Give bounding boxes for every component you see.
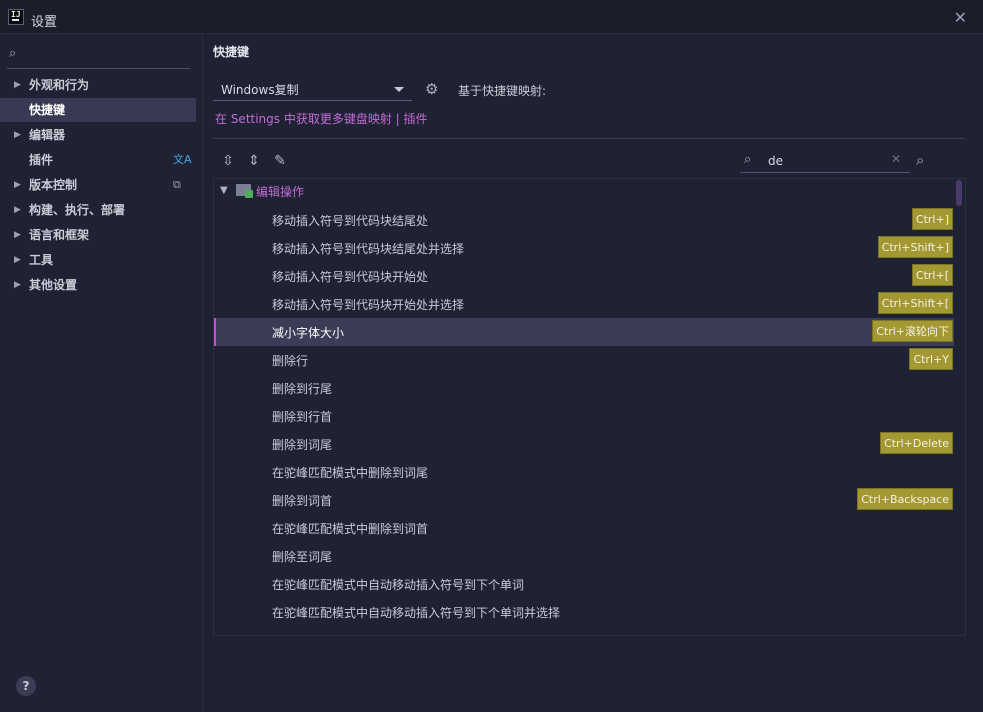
keymap-panel: 快捷键 Windows复制 ⚙ 基于快捷键映射: 在 Settings 中获取更… bbox=[204, 35, 983, 712]
divider bbox=[213, 138, 965, 139]
gear-icon[interactable]: ⚙ bbox=[425, 80, 438, 98]
table-row[interactable]: 移动插入符号到代码块开始处并选择 Ctrl+Shift+[ bbox=[214, 290, 954, 318]
sidebar-item[interactable]: ▶ 工具 bbox=[0, 248, 196, 272]
sidebar-item-label: 工具 bbox=[29, 253, 54, 267]
page-title: 快捷键 bbox=[213, 45, 250, 59]
shortcut-badge: Ctrl+] bbox=[911, 208, 953, 230]
table-row[interactable]: 移动插入符号到代码块结尾处并选择 Ctrl+Shift+] bbox=[214, 234, 954, 262]
action-name: 在驼峰匹配模式中删除到词首 bbox=[272, 522, 429, 536]
action-name: 移动插入符号到代码块开始处并选择 bbox=[272, 298, 465, 312]
sidebar-item-label: 语言和框架 bbox=[29, 228, 90, 242]
chevron-right-icon[interactable]: ▶ bbox=[14, 273, 21, 297]
keymap-based-on-label: 基于快捷键映射: bbox=[458, 84, 547, 98]
sidebar-item-label: 构建、执行、部署 bbox=[29, 203, 126, 217]
chevron-right-icon[interactable]: ▶ bbox=[14, 173, 21, 197]
vertical-scrollbar[interactable] bbox=[956, 180, 962, 206]
action-name: 在驼峰匹配模式中删除到词尾 bbox=[272, 466, 429, 480]
collapse-all-icon[interactable]: ⇕ bbox=[245, 152, 263, 170]
table-row[interactable]: 在驼峰匹配模式中自动移动插入符号到下个单词并选择 bbox=[214, 598, 954, 626]
search-icon: ⌕ bbox=[9, 46, 17, 61]
sidebar-item[interactable]: ▶ 外观和行为 bbox=[0, 73, 196, 97]
settings-sidebar: ⌕ ▶ 外观和行为快捷键 ▶ 编辑器插件 文A ▶ 版本控制 ⧉ ▶ 构建、执行、部署 ▶ 语言和框架… bbox=[0, 35, 203, 712]
help-button[interactable]: ? bbox=[16, 676, 36, 696]
action-name: 删除到词首 bbox=[272, 494, 333, 508]
table-row[interactable]: 删除到词首 Ctrl+Backspace bbox=[214, 486, 954, 514]
table-row[interactable]: 在驼峰匹配模式中自动移动插入符号到下个单词 bbox=[214, 570, 954, 598]
sidebar-item[interactable]: 快捷键 bbox=[0, 98, 196, 122]
find-by-shortcut-icon[interactable]: ⌕ bbox=[916, 151, 924, 169]
action-name: 移动插入符号到代码块开始处 bbox=[272, 270, 429, 284]
expand-arrow-icon[interactable]: ▼ bbox=[220, 185, 228, 196]
window-title: 设置 bbox=[31, 15, 58, 30]
shortcut-badge: Ctrl+Shift+[ bbox=[877, 292, 953, 314]
table-row[interactable]: 删除至词尾 bbox=[214, 542, 954, 570]
shortcut-badge: Ctrl+滚轮向下 bbox=[872, 320, 953, 342]
table-row[interactable]: 删除行 Ctrl+Y bbox=[214, 346, 954, 374]
table-row[interactable]: 在驼峰匹配模式中删除到词首 bbox=[214, 514, 954, 542]
clear-search-icon[interactable]: ✕ bbox=[891, 152, 901, 166]
tree-group-label: 编辑操作 bbox=[256, 185, 305, 199]
keymap-search-field[interactable]: ⌕ ✕ bbox=[740, 149, 910, 173]
action-name: 删除到词尾 bbox=[272, 438, 333, 452]
action-name: 在驼峰匹配模式中自动移动插入符号到下个单词 bbox=[272, 578, 525, 592]
action-name: 删除行 bbox=[272, 354, 309, 368]
chevron-right-icon[interactable]: ▶ bbox=[14, 223, 21, 247]
keymap-selected-value: Windows复制 bbox=[221, 83, 299, 97]
table-row[interactable]: 减小字体大小 Ctrl+滚轮向下 bbox=[214, 318, 954, 346]
table-row[interactable]: 删除到词尾 Ctrl+Delete bbox=[214, 430, 954, 458]
shortcut-badge: Ctrl+Delete bbox=[880, 432, 953, 454]
sidebar-item-label: 外观和行为 bbox=[29, 78, 90, 92]
edit-pencil-icon[interactable]: ✎ bbox=[271, 152, 289, 170]
shortcut-badge: Ctrl+Backspace bbox=[857, 488, 953, 510]
sidebar-item-label: 其他设置 bbox=[29, 278, 78, 292]
folder-edit-icon bbox=[236, 184, 253, 198]
action-name: 在驼峰匹配模式中自动移动插入符号到下个单词并选择 bbox=[272, 606, 561, 620]
table-row[interactable]: 移动插入符号到代码块结尾处 Ctrl+] bbox=[214, 206, 954, 234]
table-row[interactable]: 删除到行尾 bbox=[214, 374, 954, 402]
copy-icon: ⧉ bbox=[173, 178, 181, 191]
shortcut-badge: Ctrl+Shift+] bbox=[877, 236, 953, 258]
table-row[interactable]: 移动插入符号到代码块开始处 Ctrl+[ bbox=[214, 262, 954, 290]
action-name: 删除到行尾 bbox=[272, 382, 333, 396]
translate-icon: 文A bbox=[173, 153, 192, 166]
chevron-right-icon[interactable]: ▶ bbox=[14, 123, 21, 147]
sidebar-item[interactable]: 插件 文A bbox=[0, 148, 196, 172]
tree-group-edit-actions[interactable]: ▼ 编辑操作 bbox=[214, 179, 954, 203]
shortcut-badge: Ctrl+[ bbox=[911, 264, 953, 286]
search-icon: ⌕ bbox=[744, 152, 752, 167]
action-name: 移动插入符号到代码块结尾处 bbox=[272, 214, 429, 228]
action-name: 删除至词尾 bbox=[272, 550, 333, 564]
chevron-down-icon bbox=[394, 87, 404, 92]
title-bar: IJ 设置 ✕ bbox=[0, 0, 983, 34]
chevron-right-icon[interactable]: ▶ bbox=[14, 73, 21, 97]
action-name: 删除到行首 bbox=[272, 410, 333, 424]
expand-all-icon[interactable]: ⇳ bbox=[219, 152, 237, 170]
get-more-keymaps-link[interactable]: 在 Settings 中获取更多键盘映射 | 插件 bbox=[215, 110, 428, 127]
shortcut-badge: Ctrl+Y bbox=[909, 348, 953, 370]
keymap-search-input[interactable] bbox=[768, 152, 878, 170]
sidebar-item-label: 版本控制 bbox=[29, 178, 78, 192]
sidebar-item[interactable]: ▶ 版本控制 ⧉ bbox=[0, 173, 196, 197]
sidebar-search-field[interactable]: ⌕ bbox=[7, 43, 190, 69]
keymap-tree: ▼ 编辑操作 移动插入符号到代码块结尾处 Ctrl+] 移动插入符号到代码块结尾处并… bbox=[213, 178, 966, 636]
close-icon[interactable]: ✕ bbox=[954, 8, 967, 27]
sidebar-item[interactable]: ▶ 其他设置 bbox=[0, 273, 196, 297]
action-name: 减小字体大小 bbox=[272, 326, 345, 340]
sidebar-item[interactable]: ▶ 构建、执行、部署 bbox=[0, 198, 196, 222]
table-row[interactable]: 在驼峰匹配模式中删除到词尾 bbox=[214, 458, 954, 486]
intellij-idea-icon: IJ bbox=[8, 9, 24, 25]
chevron-right-icon[interactable]: ▶ bbox=[14, 248, 21, 272]
action-name: 移动插入符号到代码块结尾处并选择 bbox=[272, 242, 465, 256]
sidebar-item-label: 快捷键 bbox=[29, 103, 66, 117]
keymap-dropdown[interactable]: Windows复制 bbox=[213, 77, 412, 101]
chevron-right-icon[interactable]: ▶ bbox=[14, 198, 21, 222]
table-row[interactable]: 删除到行首 bbox=[214, 402, 954, 430]
sidebar-item[interactable]: ▶ 编辑器 bbox=[0, 123, 196, 147]
sidebar-item[interactable]: ▶ 语言和框架 bbox=[0, 223, 196, 247]
sidebar-item-label: 编辑器 bbox=[29, 128, 66, 142]
sidebar-item-label: 插件 bbox=[29, 153, 54, 167]
